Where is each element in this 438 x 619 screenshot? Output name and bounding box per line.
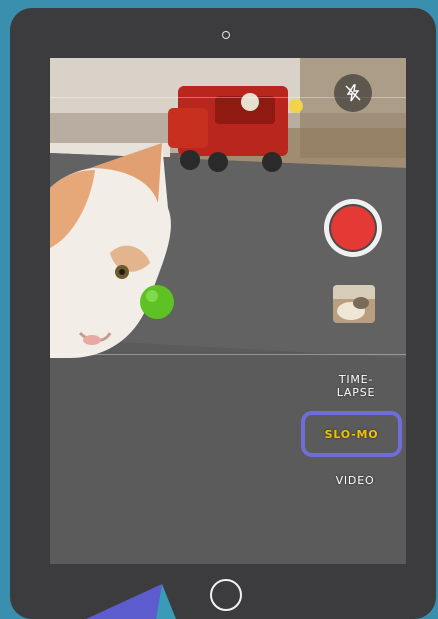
record-button[interactable] [324,199,382,257]
camera-viewfinder[interactable]: TIME- LAPSE SLO-MO VIDEO [50,58,406,564]
grid-line-bottom [50,354,406,355]
mode-timelapse[interactable]: TIME- LAPSE [328,373,384,399]
front-camera-icon [222,31,230,39]
mode-timelapse-line2: LAPSE [336,386,376,399]
thumbnail-image [333,285,375,323]
mode-timelapse-line1: TIME- [338,373,374,386]
mode-video[interactable]: VIDEO [320,474,390,487]
mode-slomo-label: SLO-MO [324,427,379,441]
last-photo-thumbnail[interactable] [333,285,375,323]
flash-toggle-button[interactable] [334,74,372,112]
corner-decoration-shape [86,584,176,619]
mode-slomo-selected[interactable]: SLO-MO [301,411,402,457]
flash-off-icon [345,84,361,102]
record-button-red [331,206,375,250]
home-button[interactable] [210,579,242,611]
